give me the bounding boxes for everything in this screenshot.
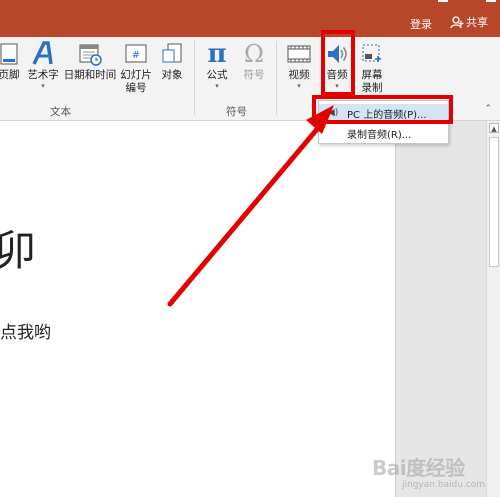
header-footer-label: 页脚 [0,69,20,81]
pi-icon: π [207,39,227,69]
group-separator [194,41,195,115]
menu-item-record-audio[interactable]: 录制音频(R)... [319,124,448,142]
slide-body-text[interactable]: 点我哟 [0,318,51,343]
wordart-button[interactable]: 艺术字 ▾ [24,39,62,90]
slide-number-icon: # [121,39,151,69]
equation-label: 公式 [206,69,228,81]
screen-record-label-line2: 录制 [361,82,383,94]
omega-icon: Ω [244,40,264,68]
scroll-up-icon[interactable]: ▲ [489,123,499,133]
datetime-label: 日期和时间 [63,69,117,81]
datetime-button[interactable]: 日期和时间 [62,39,118,82]
chevron-down-icon: ▾ [41,82,45,90]
share-person-icon [450,15,464,28]
slide-number-label-line2: 编号 [125,82,147,94]
slide-number-label-line1: 幻灯片 [120,69,152,81]
header-footer-button[interactable]: 页脚 [0,39,24,82]
object-label: 对象 [161,69,183,81]
slide-number-button[interactable]: # 幻灯片 编号 [118,39,154,95]
scrollbar-thumb[interactable] [489,137,499,267]
svg-text:#: # [132,50,140,61]
window-control-icon[interactable] [438,0,448,2]
screen-record-icon [357,39,387,69]
chevron-down-icon: ▾ [215,82,219,90]
symbol-button[interactable]: Ω 符号 [238,39,270,82]
title-bar: 登录 共享 [0,0,500,37]
wordart-icon [28,39,58,69]
chevron-down-icon: ▾ [297,82,301,90]
highlight-audio-box [321,30,355,96]
equation-button[interactable]: π 公式 ▾ [202,39,232,90]
object-icon [157,39,187,69]
slide-title-text[interactable]: 卯 [0,217,36,278]
share-label: 共享 [466,16,488,29]
login-link[interactable]: 登录 [410,16,432,32]
symbol-label: 符号 [243,69,265,81]
video-button[interactable]: 视频 ▾ [284,39,314,90]
collapse-ribbon-icon[interactable]: ⌃ [484,104,492,114]
menu-item-label: 录制音频(R)... [347,129,412,141]
object-button[interactable]: 对象 [156,39,188,82]
watermark-main-text: Bai度经验 [372,456,465,480]
group-separator [276,41,277,115]
vertical-scrollbar[interactable]: ▲ [486,121,500,497]
share-button[interactable]: 共享 [450,14,488,30]
film-icon [284,39,314,69]
wordart-label: 艺术字 [27,69,59,81]
video-label: 视频 [288,69,310,81]
header-footer-icon [0,39,24,69]
baidu-watermark: Bai度经验 jingyan.baidu.com [372,450,497,494]
window-control-icon[interactable] [486,0,496,2]
calendar-icon [75,39,105,69]
slide[interactable]: 卯 点我哟 [0,121,396,497]
slide-canvas: 卯 点我哟 [0,121,486,497]
highlight-menu-box [312,95,453,124]
group-label-symbols: 符号 [226,106,247,118]
group-label-text: 文本 [50,106,71,118]
screen-record-button[interactable]: 屏幕 录制 [357,39,387,95]
screen-record-label-line1: 屏幕 [361,69,383,81]
watermark-sub-text: jingyan.baidu.com [402,480,486,490]
